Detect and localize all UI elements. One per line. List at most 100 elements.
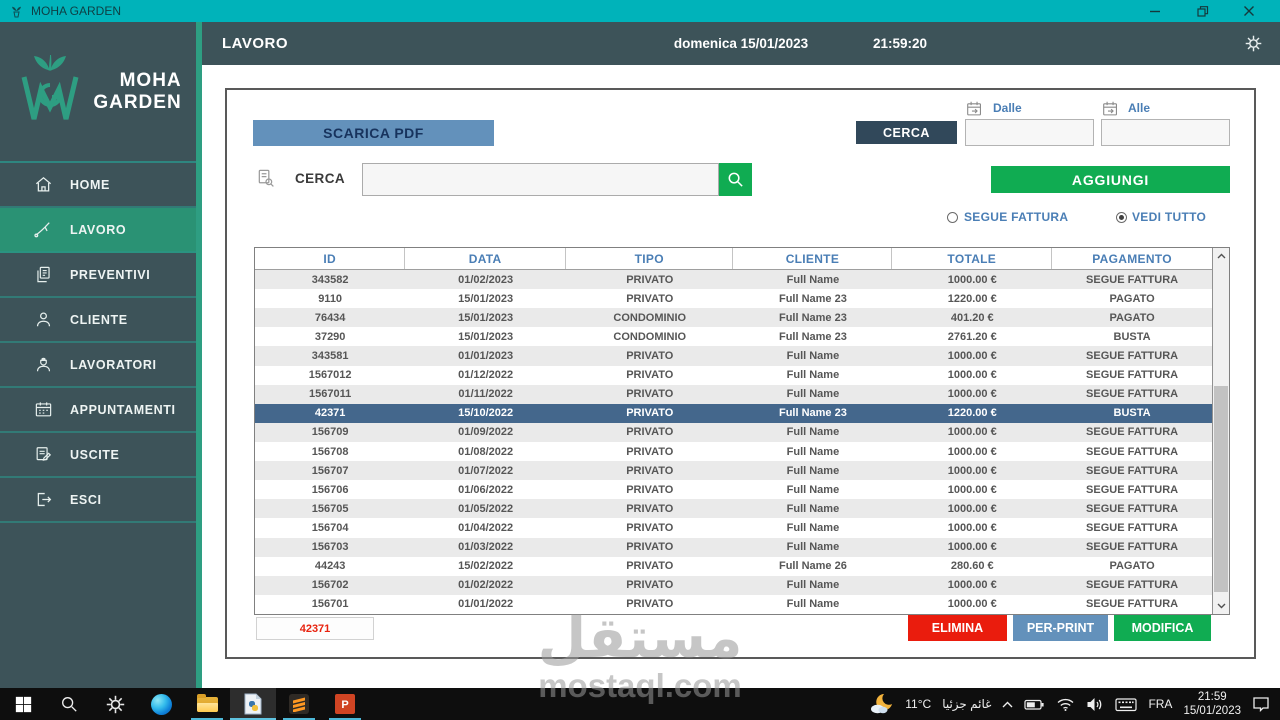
- column-header-totale[interactable]: TOTALE: [892, 248, 1053, 269]
- column-header-id[interactable]: ID: [255, 248, 406, 269]
- keyboard-icon[interactable]: [1115, 697, 1138, 712]
- wifi-icon[interactable]: [1056, 697, 1075, 712]
- table-row[interactable]: 76434 15/01/2023 CONDOMINIO Full Name 23 401…: [255, 308, 1213, 328]
- table-row[interactable]: 343581 01/01/2023 PRIVATO Full Name 1000.00 …: [255, 346, 1213, 366]
- taskbar-clock[interactable]: 21:59 15/01/2023: [1183, 690, 1241, 719]
- powerpoint-icon[interactable]: P: [322, 688, 368, 720]
- search-button[interactable]: [719, 163, 752, 196]
- weather-temperature[interactable]: 11°C: [905, 697, 931, 711]
- start-button[interactable]: [0, 688, 46, 720]
- workers-icon: [33, 355, 53, 375]
- python-app-icon[interactable]: [230, 688, 276, 720]
- table-row[interactable]: 156701 01/01/2022 PRIVATO Full Name 1000.00 …: [255, 595, 1212, 614]
- sidebar-item-esci[interactable]: ESCI: [0, 478, 196, 523]
- taskbar-settings-icon[interactable]: [92, 688, 138, 720]
- cell-pagamento: SEGUE FATTURA: [1086, 521, 1179, 534]
- aggiungi-button[interactable]: AGGIUNGI: [991, 166, 1230, 193]
- segue-fattura-radio[interactable]: [947, 212, 958, 223]
- cell-tipo: CONDOMINIO: [613, 330, 687, 343]
- table-row[interactable]: 156707 01/07/2022 PRIVATO Full Name 1000.00 …: [255, 461, 1213, 481]
- calendar-from-icon: [966, 100, 983, 117]
- cell-id: 37290: [314, 330, 346, 343]
- sidebar-item-appuntamenti[interactable]: APPUNTAMENTI: [0, 388, 196, 433]
- sidebar-item-cliente[interactable]: CLIENTE: [0, 298, 196, 343]
- table-scrollbar[interactable]: [1212, 248, 1230, 614]
- cell-id: 1567012: [308, 369, 352, 382]
- cell-cliente: Full Name: [786, 445, 840, 458]
- weather-icon[interactable]: [869, 693, 894, 716]
- sidebar-item-label: CLIENTE: [70, 312, 128, 327]
- cell-pagamento: SEGUE FATTURA: [1086, 483, 1179, 496]
- scroll-up-icon[interactable]: [1213, 248, 1230, 264]
- scrollbar-thumb[interactable]: [1214, 386, 1229, 592]
- cell-id: 156706: [311, 483, 349, 496]
- table-row[interactable]: 156709 01/09/2022 PRIVATO Full Name 1000.00 …: [255, 422, 1213, 442]
- scarica-pdf-button[interactable]: SCARICA PDF: [253, 120, 494, 146]
- column-header-pagamento[interactable]: PAGAMENTO: [1052, 248, 1212, 269]
- table-row[interactable]: 42371 15/10/2022 PRIVATO Full Name 23 1220.0…: [255, 403, 1213, 423]
- cell-pagamento: PAGATO: [1109, 311, 1155, 324]
- sidebar: MOHA GARDEN HOME LAVORO PREVENTIVI CLIENTE L…: [0, 22, 202, 688]
- cell-id: 156702: [311, 579, 349, 592]
- table-row[interactable]: 343582 01/02/2023 PRIVATO Full Name 1000.00 …: [255, 270, 1213, 290]
- cell-id: 42371: [314, 407, 346, 420]
- vedi-tutto-radio[interactable]: [1116, 212, 1127, 223]
- table-row[interactable]: 156705 01/05/2022 PRIVATO Full Name 1000.00 …: [255, 499, 1213, 519]
- alle-input[interactable]: [1101, 119, 1230, 146]
- cell-cliente: Full Name 23: [778, 311, 847, 324]
- sidebar-item-lavoratori[interactable]: LAVORATORI: [0, 343, 196, 388]
- table-row[interactable]: 9110 15/01/2023 PRIVATO Full Name 23 1220.00…: [255, 289, 1212, 308]
- table-row[interactable]: 1567012 01/12/2022 PRIVATO Full Name 1000.00…: [255, 366, 1212, 385]
- cell-tipo: PRIVATO: [626, 560, 674, 573]
- table-row[interactable]: 156708 01/08/2022 PRIVATO Full Name 1000.00 …: [255, 442, 1212, 461]
- table-row[interactable]: 156704 01/04/2022 PRIVATO Full Name 1000.00 …: [255, 518, 1212, 537]
- cerca-range-button[interactable]: CERCA: [856, 121, 957, 144]
- per-print-button[interactable]: PER-PRINT: [1013, 615, 1108, 641]
- cell-cliente: Full Name: [786, 273, 840, 286]
- modifica-button[interactable]: MODIFICA: [1114, 615, 1211, 641]
- file-explorer-icon[interactable]: [184, 688, 230, 720]
- cell-cliente: Full Name 23: [778, 292, 847, 305]
- table-row[interactable]: 156702 01/02/2022 PRIVATO Full Name 1000.00 …: [255, 575, 1213, 595]
- settings-gear-icon[interactable]: [1245, 35, 1262, 52]
- cell-pagamento: BUSTA: [1113, 330, 1151, 343]
- cell-pagamento: PAGATO: [1109, 292, 1155, 305]
- battery-icon[interactable]: [1024, 696, 1045, 713]
- sidebar-item-home[interactable]: HOME: [0, 163, 196, 208]
- weather-condition[interactable]: غائم جزئيا: [942, 697, 991, 711]
- close-icon[interactable]: [1242, 4, 1256, 18]
- table-row[interactable]: 156703 01/03/2022 PRIVATO Full Name 1000.00 …: [255, 537, 1213, 557]
- minimize-icon[interactable]: [1148, 4, 1162, 18]
- sidebar-item-preventivi[interactable]: PREVENTIVI: [0, 253, 196, 298]
- cerca-label: CERCA: [295, 171, 346, 186]
- table-row[interactable]: 156706 01/06/2022 PRIVATO Full Name 1000.00 …: [255, 480, 1212, 499]
- volume-icon[interactable]: [1086, 697, 1104, 712]
- search-input[interactable]: [362, 163, 719, 196]
- sublime-text-icon[interactable]: [276, 688, 322, 720]
- tray-chevron-icon[interactable]: [1002, 701, 1013, 708]
- column-header-cliente[interactable]: CLIENTE: [733, 248, 893, 269]
- scroll-down-icon[interactable]: [1213, 598, 1230, 614]
- column-header-data[interactable]: DATA: [405, 248, 567, 269]
- cell-data: 15/10/2022: [458, 407, 514, 420]
- sidebar-item-uscite[interactable]: USCITE: [0, 433, 196, 478]
- home-icon: [33, 175, 53, 195]
- taskbar-search-icon[interactable]: [46, 688, 92, 720]
- language-indicator[interactable]: FRA: [1148, 697, 1172, 711]
- table-row[interactable]: 37290 15/01/2023 CONDOMINIO Full Name 23 276…: [255, 327, 1212, 346]
- column-header-tipo[interactable]: TIPO: [566, 248, 734, 269]
- selected-id-field[interactable]: 42371: [256, 617, 374, 640]
- cell-cliente: Full Name: [786, 541, 840, 554]
- sidebar-item-lavoro[interactable]: LAVORO: [0, 208, 196, 253]
- table-row[interactable]: 44243 15/02/2022 PRIVATO Full Name 26 280.60…: [255, 557, 1212, 576]
- vedi-tutto-radio-label[interactable]: VEDI TUTTO: [1132, 210, 1206, 224]
- dalle-input[interactable]: [965, 119, 1094, 146]
- taskbar-date: 15/01/2023: [1183, 705, 1241, 717]
- table-row[interactable]: 1567011 01/11/2022 PRIVATO Full Name 1000.00…: [255, 384, 1213, 404]
- segue-fattura-radio-label[interactable]: SEGUE FATTURA: [964, 210, 1068, 224]
- edge-browser-icon[interactable]: [138, 688, 184, 720]
- maximize-icon[interactable]: [1195, 4, 1209, 18]
- action-center-icon[interactable]: [1252, 696, 1270, 712]
- elimina-button[interactable]: ELIMINA: [908, 615, 1007, 641]
- expenses-icon: [33, 445, 53, 465]
